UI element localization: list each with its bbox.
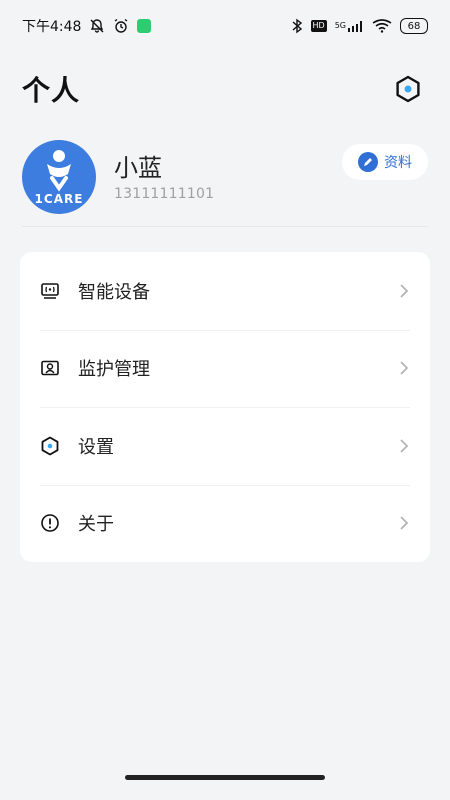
status-bar: 下午4:48 HD 5G 68 <box>0 0 450 52</box>
menu-label-settings: 设置 <box>78 436 114 458</box>
user-phone: 13111111101 <box>114 186 215 202</box>
header-settings-button[interactable] <box>388 69 428 109</box>
status-time: 下午4:48 <box>22 19 82 35</box>
page-title: 个人 <box>22 74 81 107</box>
menu-item-guardian-management[interactable]: 监护管理 <box>20 329 430 408</box>
chevron-right-icon <box>398 437 410 455</box>
chevron-right-icon <box>398 359 410 377</box>
app-notification-icon <box>137 19 152 33</box>
home-indicator[interactable] <box>125 775 325 780</box>
info-icon <box>40 513 60 533</box>
network-type: 5G <box>334 21 346 30</box>
menu-item-smart-device[interactable]: 智能设备 <box>20 252 430 330</box>
menu-item-about[interactable]: 关于 <box>20 484 430 563</box>
menu-label-smart-device: 智能设备 <box>78 281 150 303</box>
status-right: HD 5G 68 <box>291 18 428 34</box>
hd-icon: HD <box>310 20 327 32</box>
bluetooth-icon <box>291 18 303 34</box>
battery-level: 68 <box>407 20 421 32</box>
smart-device-icon <box>40 281 60 301</box>
guardian-management-icon <box>40 358 60 378</box>
edit-icon <box>358 152 378 172</box>
menu-label-about: 关于 <box>78 514 114 536</box>
wifi-icon <box>372 19 392 33</box>
menu-label-guardian-management: 监护管理 <box>78 359 150 381</box>
edit-profile-button[interactable]: 资料 <box>342 144 428 180</box>
chevron-right-icon <box>398 514 410 532</box>
profile-divider <box>22 226 428 227</box>
status-left: 下午4:48 <box>22 16 152 36</box>
alarm-icon <box>113 18 129 34</box>
menu-card: 智能设备 监护管理 设置 关于 <box>20 252 430 562</box>
menu-item-settings[interactable]: 设置 <box>20 407 430 485</box>
mute-icon <box>89 18 105 34</box>
page-header: 个人 <box>0 60 450 118</box>
chevron-right-icon <box>398 282 410 300</box>
cellular-signal-icon: 5G <box>335 20 364 32</box>
battery-icon: 68 <box>400 18 428 34</box>
profile-section: 1CARE 小蓝 13111111101 资料 <box>22 140 428 220</box>
user-name: 小蓝 <box>114 154 162 182</box>
avatar[interactable]: 1CARE <box>22 140 96 214</box>
edit-profile-label: 资料 <box>384 155 412 171</box>
avatar-logo-text: 1CARE <box>34 192 84 206</box>
settings-icon <box>40 436 60 456</box>
hexagon-settings-icon <box>396 75 420 103</box>
